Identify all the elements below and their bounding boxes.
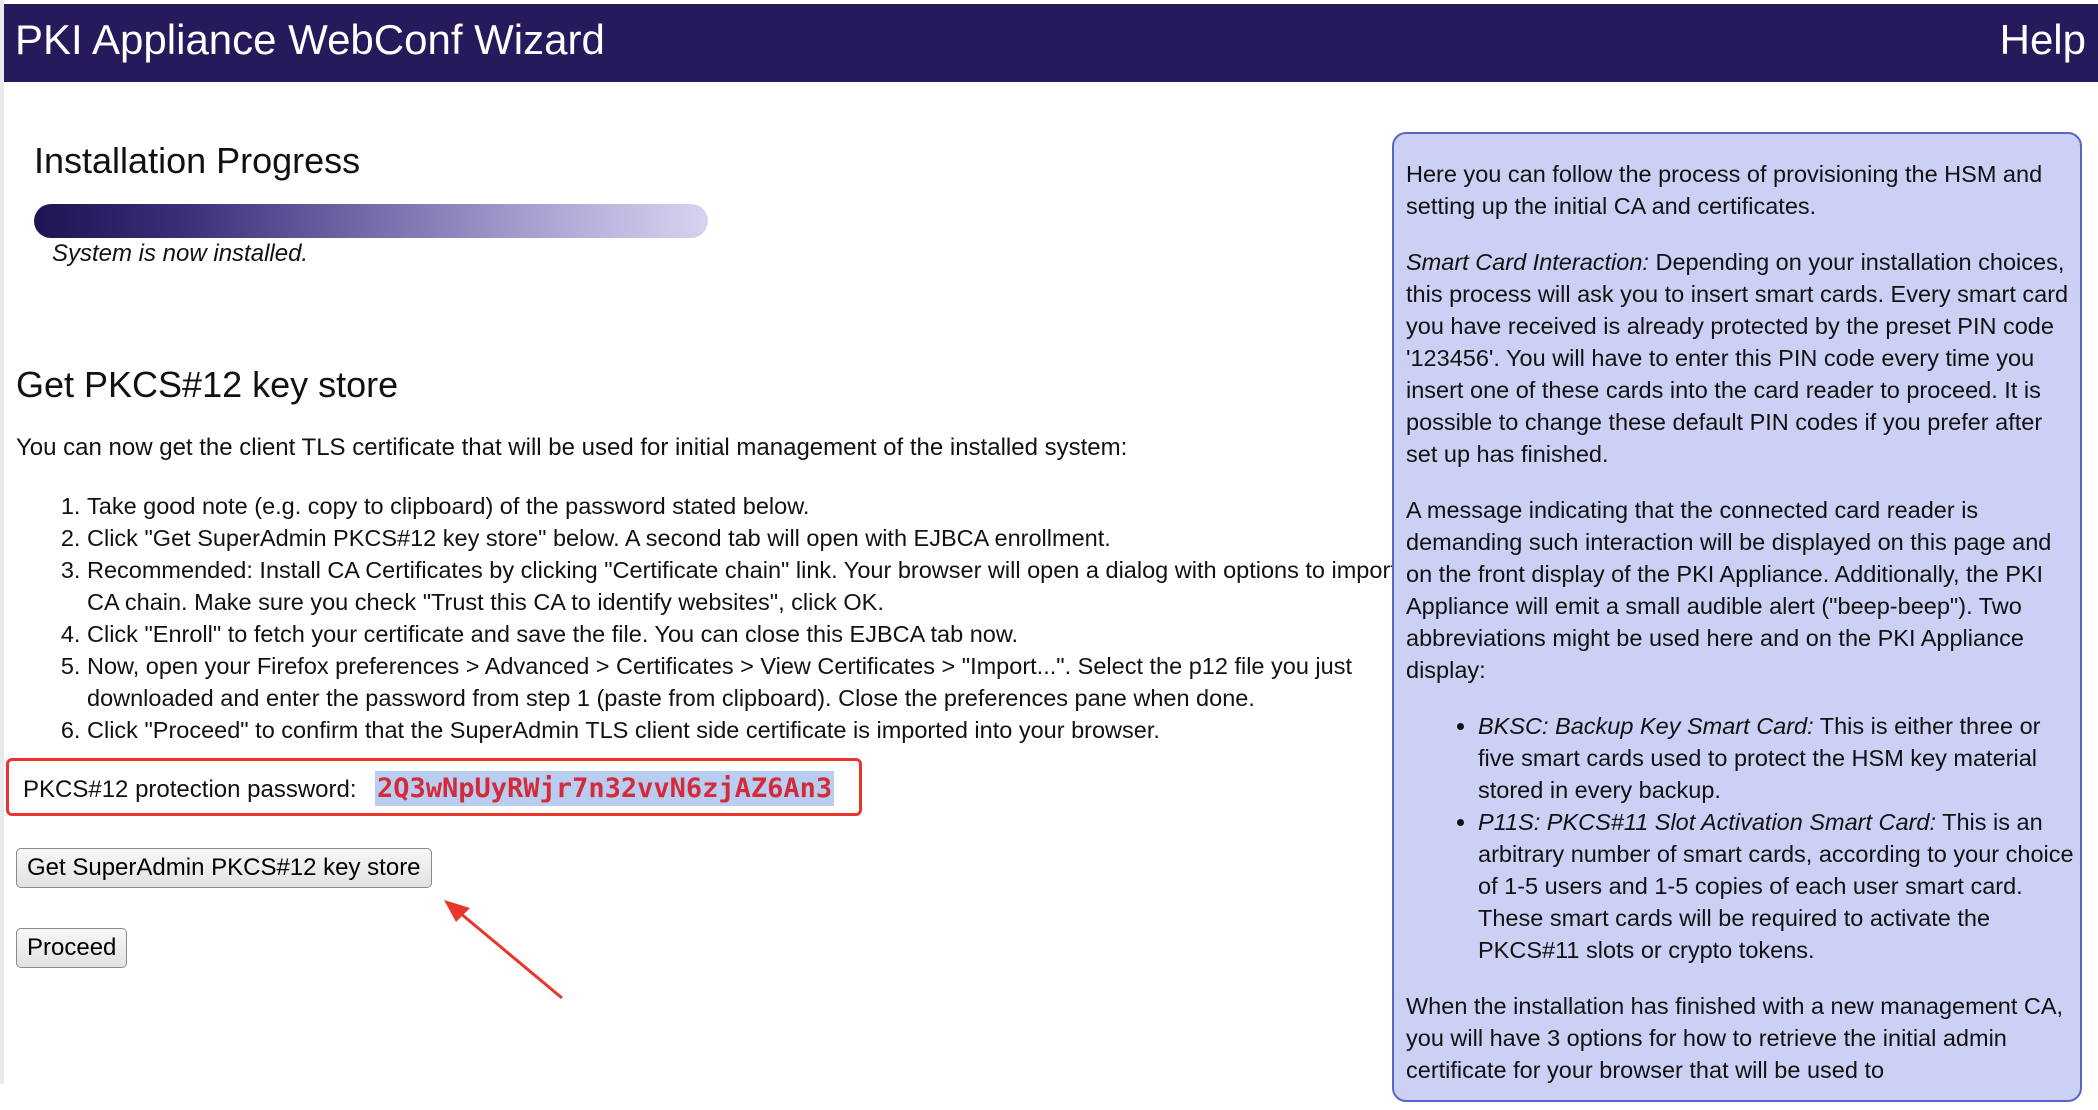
progress-status: System is now installed. <box>52 240 309 267</box>
password-label: PKCS#12 protection password: <box>23 776 357 803</box>
step-item: Take good note (e.g. copy to clipboard) … <box>87 490 1467 522</box>
help-paragraph: Smart Card Interaction: Depending on you… <box>1406 246 2078 470</box>
step-item: Click "Get SuperAdmin PKCS#12 key store"… <box>87 522 1467 554</box>
help-text: Here you can follow the process of provi… <box>1406 158 2078 1110</box>
help-link[interactable]: Help <box>2000 16 2086 64</box>
help-abbreviation-list: BKSC: Backup Key Smart Card: This is eit… <box>1406 710 2078 966</box>
proceed-button[interactable]: Proceed <box>16 928 128 968</box>
help-emphasis: Smart Card Interaction: <box>1406 249 1649 275</box>
help-paragraph: Here you can follow the process of provi… <box>1406 161 2043 219</box>
help-paragraph-text: Depending on your installation choices, … <box>1406 249 2069 467</box>
step-item: Click "Enroll" to fetch your certificate… <box>87 618 1467 650</box>
pkcs-intro: You can now get the client TLS certifica… <box>16 434 1128 461</box>
help-list-item: BKSC: Backup Key Smart Card: This is eit… <box>1478 710 2078 806</box>
pkcs-heading: Get PKCS#12 key store <box>16 364 399 405</box>
step-item: Recommended: Install CA Certificates by … <box>87 554 1467 618</box>
password-highlight-box: PKCS#12 protection password: 2Q3wNpUyRWj… <box>6 758 862 816</box>
help-emphasis: P11S: PKCS#11 Slot Activation Smart Card… <box>1478 809 1937 835</box>
window-edge <box>0 0 4 1084</box>
app-header: PKI Appliance WebConf Wizard Help <box>4 4 2098 82</box>
help-paragraph: A message indicating that the connected … <box>1406 497 2052 683</box>
app-title: PKI Appliance WebConf Wizard <box>15 16 605 63</box>
help-emphasis: BKSC: Backup Key Smart Card: <box>1478 713 1814 739</box>
progress-heading: Installation Progress <box>34 140 361 181</box>
help-panel: Here you can follow the process of provi… <box>1392 132 2082 1102</box>
get-keystore-button[interactable]: Get SuperAdmin PKCS#12 key store <box>16 848 432 888</box>
step-item: Now, open your Firefox preferences > Adv… <box>87 650 1467 714</box>
installation-progress-bar <box>34 204 708 238</box>
red-arrow-annotation <box>444 900 563 1000</box>
step-item: Click "Proceed" to confirm that the Supe… <box>87 714 1467 746</box>
help-list-item: P11S: PKCS#11 Slot Activation Smart Card… <box>1478 806 2078 966</box>
help-paragraph: When the installation has finished with … <box>1406 993 2064 1083</box>
password-value[interactable]: 2Q3wNpUyRWjr7n32vvN6zjAZ6An3 <box>375 771 835 806</box>
instruction-steps: Take good note (e.g. copy to clipboard) … <box>16 490 1467 746</box>
